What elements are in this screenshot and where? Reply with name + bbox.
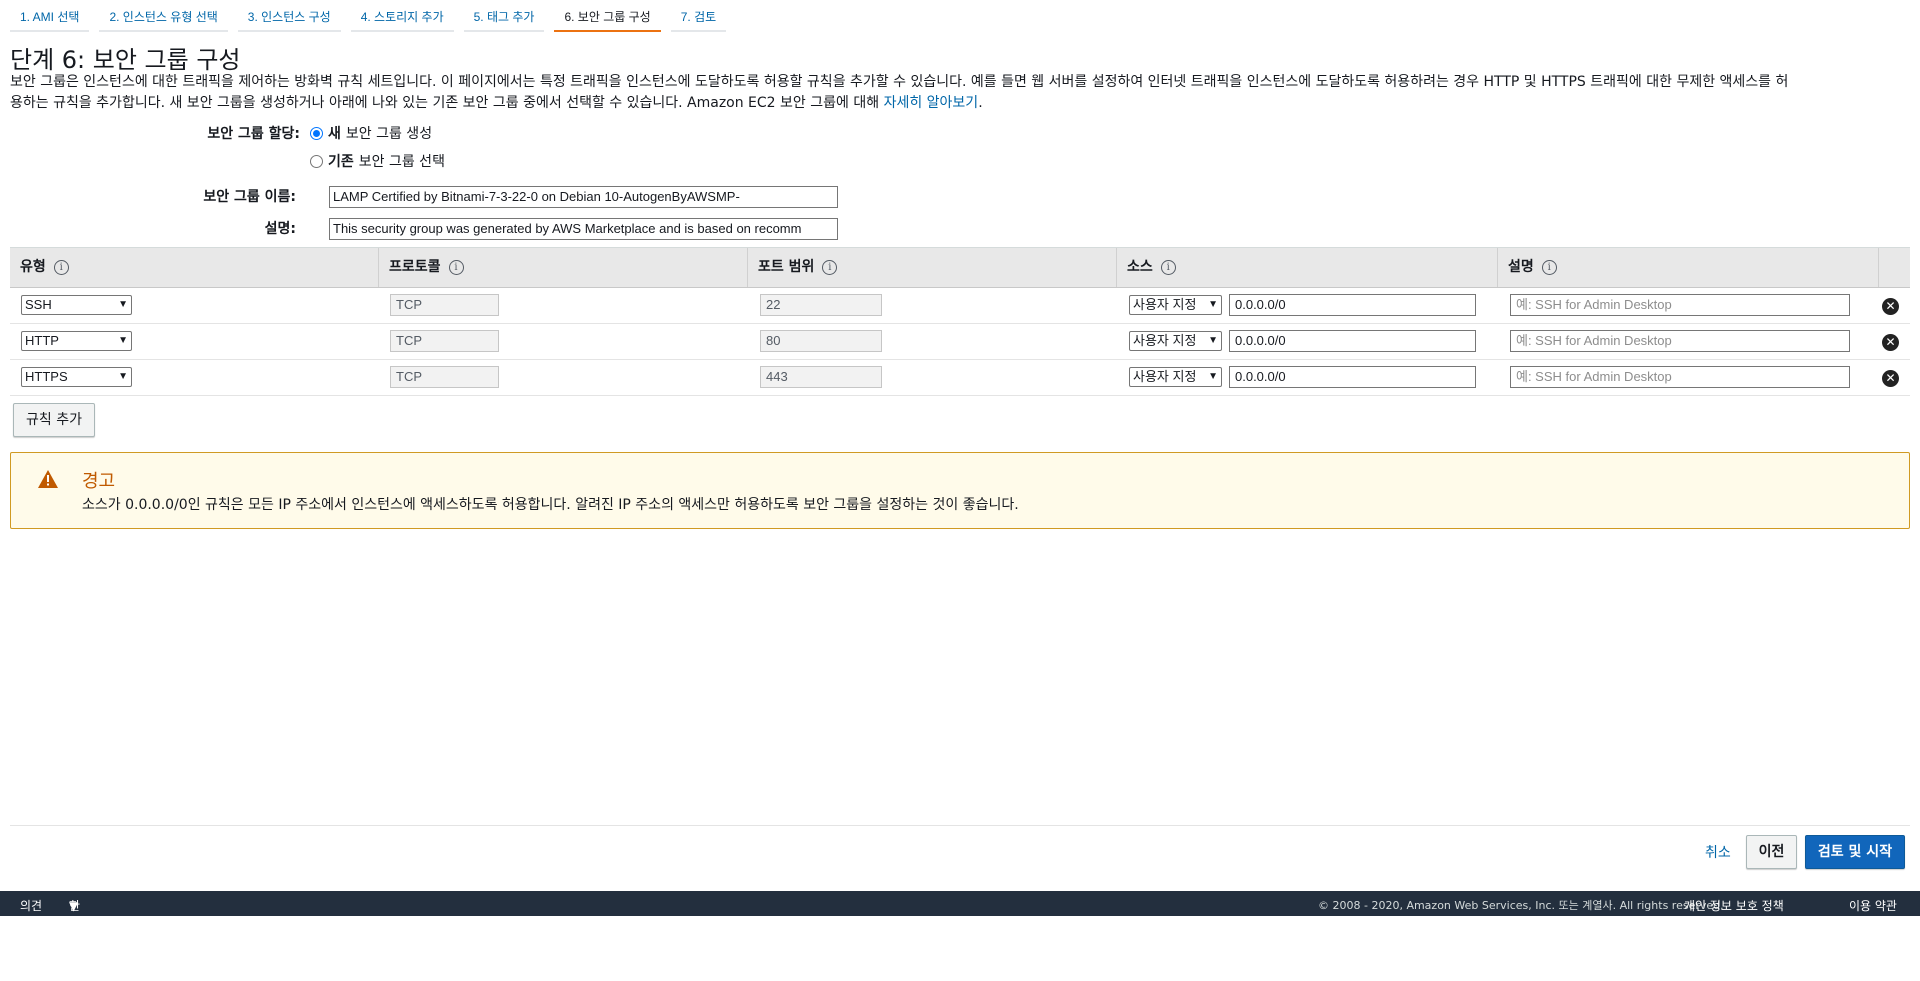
type-select-value: HTTPS xyxy=(25,369,68,384)
cancel-button[interactable]: 취소 xyxy=(1705,842,1731,862)
chevron-down-icon: ▼ xyxy=(118,299,128,310)
description-input[interactable]: This security group was generated by AWS… xyxy=(329,218,838,240)
col-port-range-label: 포트 범위 xyxy=(758,259,815,275)
table-row: HTTP ▼ TCP 80 사용자 지정 ▼ 0.0.0.0/0 예: SSH fo… xyxy=(10,324,1910,360)
intro-end: . xyxy=(978,95,983,111)
review-and-launch-button[interactable]: 검토 및 시작 xyxy=(1805,835,1905,869)
tab-add-tags[interactable]: 5. 태그 추가 xyxy=(463,0,545,32)
col-description: 설명 i xyxy=(1498,248,1879,287)
port-range-field: 443 xyxy=(760,366,882,388)
type-select-value: SSH xyxy=(25,297,52,312)
tab-review[interactable]: 7. 검토 xyxy=(670,0,727,32)
port-range-field: 22 xyxy=(760,294,882,316)
tab-configure-security-group[interactable]: 6. 보안 그룹 구성 xyxy=(554,0,661,32)
wizard-steps: 1. AMI 선택 2. 인스턴스 유형 선택 3. 인스턴스 구성 4. 스토… xyxy=(10,0,736,34)
col-description-label: 설명 xyxy=(1508,259,1534,275)
tab-configure-instance[interactable]: 3. 인스턴스 구성 xyxy=(237,0,341,32)
assign-security-group-label: 보안 그룹 할당: xyxy=(207,126,300,142)
copyright-text: © 2008 - 2020, Amazon Web Services, Inc.… xyxy=(1318,899,1724,912)
remove-rule-icon[interactable]: ✕ xyxy=(1882,334,1899,351)
col-type: 유형 i xyxy=(10,248,379,287)
security-group-name-input[interactable]: LAMP Certified by Bitnami-7-3-22-0 on De… xyxy=(329,186,838,208)
warning-icon xyxy=(38,470,58,488)
divider xyxy=(10,825,1910,826)
source-type-select-value: 사용자 지정 xyxy=(1133,369,1197,384)
info-icon[interactable]: i xyxy=(53,259,69,275)
info-icon[interactable]: i xyxy=(1541,259,1557,275)
chevron-down-icon: ▼ xyxy=(1208,299,1218,310)
info-icon[interactable]: i xyxy=(1160,259,1176,275)
protocol-field: TCP xyxy=(390,366,499,388)
type-select[interactable]: HTTPS ▼ xyxy=(21,367,132,387)
rule-description-input[interactable]: 예: SSH for Admin Desktop xyxy=(1510,366,1850,388)
source-type-select[interactable]: 사용자 지정 ▼ xyxy=(1129,367,1222,387)
warning-title: 경고 xyxy=(82,471,116,492)
intro-line-1: 보안 그룹은 인스턴스에 대한 트래픽을 제어하는 방화벽 규칙 세트입니다. … xyxy=(10,74,1789,90)
footer: 의견 한국어 ▼ © 2008 - 2020, Amazon Web Servi… xyxy=(0,891,1920,973)
radio-select-existing-bold: 기존 xyxy=(328,154,354,170)
intro-line-2: 용하는 규칙을 추가합니다. 새 보안 그룹을 생성하거나 아래에 나와 있는 … xyxy=(10,95,884,111)
type-select-value: HTTP xyxy=(25,333,59,348)
rules-table-header: 유형 i 프로토콜 i 포트 범위 i 소스 i 설명 i xyxy=(10,247,1910,288)
warning-body: 소스가 0.0.0.0/0인 규칙은 모든 IP 주소에서 인스턴스에 액세스하… xyxy=(82,497,1019,513)
rule-description-input[interactable]: 예: SSH for Admin Desktop xyxy=(1510,294,1850,316)
add-rule-button[interactable]: 규칙 추가 xyxy=(13,403,95,437)
radio-create-new-bold: 새 xyxy=(328,126,341,142)
type-select[interactable]: HTTP ▼ xyxy=(21,331,132,351)
rule-description-input[interactable]: 예: SSH for Admin Desktop xyxy=(1510,330,1850,352)
tab-add-storage[interactable]: 4. 스토리지 추가 xyxy=(350,0,454,32)
terms-of-use-link[interactable]: 이용 약관 xyxy=(1849,891,1897,921)
source-type-select[interactable]: 사용자 지정 ▼ xyxy=(1129,331,1222,351)
radio-create-new-button[interactable] xyxy=(310,126,323,140)
feedback-link[interactable]: 의견 xyxy=(20,891,42,921)
remove-rule-icon[interactable]: ✕ xyxy=(1882,298,1899,315)
caret-down-icon: ▼ xyxy=(69,899,79,913)
radio-select-existing-button[interactable] xyxy=(310,154,323,168)
info-icon[interactable]: i xyxy=(822,259,838,275)
remove-rule-icon[interactable]: ✕ xyxy=(1882,370,1899,387)
radio-create-new-label: 보안 그룹 생성 xyxy=(345,126,433,142)
tab-choose-ami[interactable]: 1. AMI 선택 xyxy=(10,0,90,32)
col-port-range: 포트 범위 i xyxy=(748,248,1117,287)
protocol-field: TCP xyxy=(390,330,499,352)
tab-choose-instance-type[interactable]: 2. 인스턴스 유형 선택 xyxy=(99,0,228,32)
source-cidr-input[interactable]: 0.0.0.0/0 xyxy=(1229,294,1476,316)
port-range-field: 80 xyxy=(760,330,882,352)
radio-select-existing-label: 보안 그룹 선택 xyxy=(358,154,445,170)
source-type-select-value: 사용자 지정 xyxy=(1133,297,1197,312)
col-type-label: 유형 xyxy=(20,259,46,275)
chevron-down-icon: ▼ xyxy=(1208,371,1218,382)
source-cidr-input[interactable]: 0.0.0.0/0 xyxy=(1229,366,1476,388)
learn-more-link[interactable]: 자세히 알아보기 xyxy=(884,95,979,111)
source-type-select-value: 사용자 지정 xyxy=(1133,333,1197,348)
intro-text: 보안 그룹은 인스턴스에 대한 트래픽을 제어하는 방화벽 규칙 세트입니다. … xyxy=(10,72,1910,114)
security-group-name-label: 보안 그룹 이름: xyxy=(203,189,296,205)
chevron-down-icon: ▼ xyxy=(118,335,128,346)
col-source: 소스 i xyxy=(1117,248,1498,287)
col-source-label: 소스 xyxy=(1127,259,1153,275)
chevron-down-icon: ▼ xyxy=(118,371,128,382)
col-protocol: 프로토콜 i xyxy=(379,248,748,287)
description-label: 설명: xyxy=(264,221,296,237)
table-row: SSH ▼ TCP 22 사용자 지정 ▼ 0.0.0.0/0 예: SSH for… xyxy=(10,288,1910,324)
source-cidr-input[interactable]: 0.0.0.0/0 xyxy=(1229,330,1476,352)
info-icon[interactable]: i xyxy=(448,259,464,275)
protocol-field: TCP xyxy=(390,294,499,316)
page-title: 단계 6: 보안 그룹 구성 xyxy=(10,46,241,74)
col-protocol-label: 프로토콜 xyxy=(389,259,441,275)
type-select[interactable]: SSH ▼ xyxy=(21,295,132,315)
warning-alert: 경고 소스가 0.0.0.0/0인 규칙은 모든 IP 주소에서 인스턴스에 액… xyxy=(10,452,1910,529)
radio-create-new[interactable]: 새 보안 그룹 생성 xyxy=(310,123,432,143)
table-row: HTTPS ▼ TCP 443 사용자 지정 ▼ 0.0.0.0/0 예: SSH … xyxy=(10,360,1910,396)
chevron-down-icon: ▼ xyxy=(1208,335,1218,346)
privacy-policy-link[interactable]: 개인 정보 보호 정책 xyxy=(1684,891,1784,921)
radio-select-existing[interactable]: 기존 보안 그룹 선택 xyxy=(310,151,445,171)
source-type-select[interactable]: 사용자 지정 ▼ xyxy=(1129,295,1222,315)
previous-button[interactable]: 이전 xyxy=(1746,835,1797,869)
